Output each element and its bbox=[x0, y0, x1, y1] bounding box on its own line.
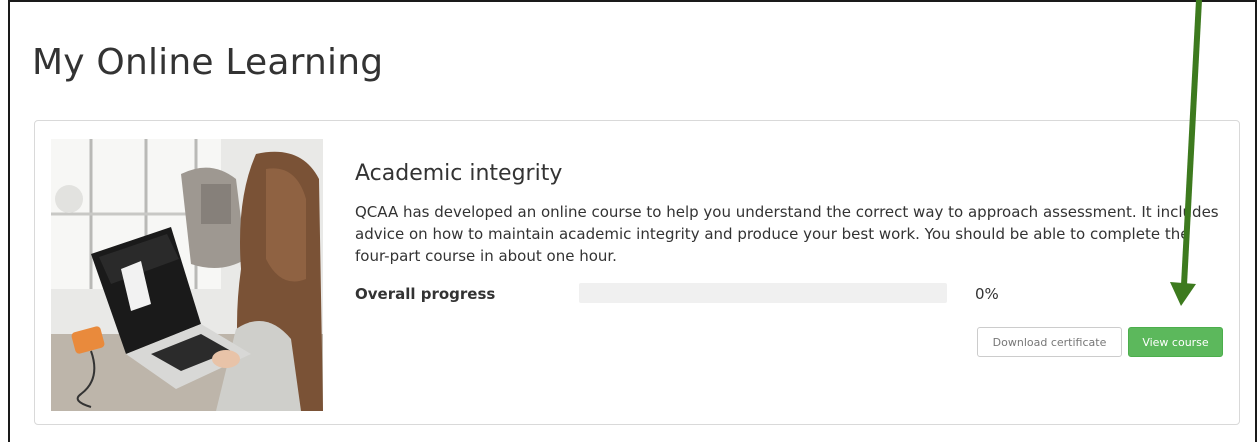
page-title: My Online Learning bbox=[32, 42, 384, 83]
download-certificate-button[interactable]: Download certificate bbox=[977, 327, 1122, 357]
page-frame: My Online Learning Academic integrity QC… bbox=[8, 0, 1257, 442]
course-image bbox=[51, 139, 323, 411]
progress-label: Overall progress bbox=[355, 285, 496, 303]
course-photo-laptop-icon bbox=[51, 139, 323, 411]
course-title: Academic integrity bbox=[355, 161, 563, 186]
progress-percent: 0% bbox=[975, 285, 999, 303]
course-card: Academic integrity QCAA has developed an… bbox=[34, 120, 1240, 425]
progress-bar bbox=[579, 283, 947, 303]
course-description: QCAA has developed an online course to h… bbox=[355, 203, 1219, 265]
view-course-button[interactable]: View course bbox=[1128, 327, 1223, 357]
